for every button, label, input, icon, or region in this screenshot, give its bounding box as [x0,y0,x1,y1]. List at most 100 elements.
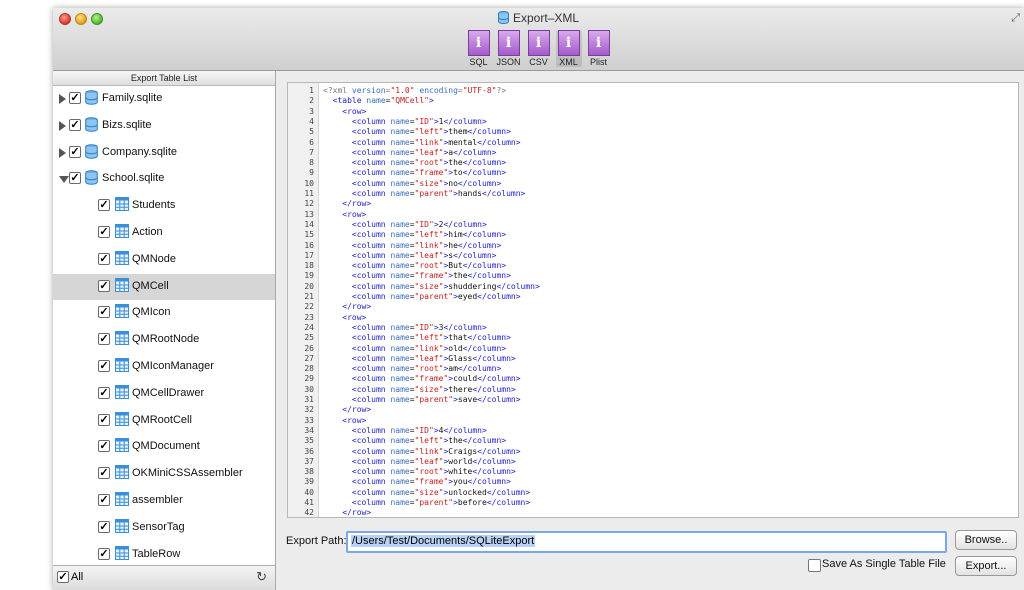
table-icon [115,357,129,375]
line-number: 42 [304,508,314,518]
table-icon [115,331,129,348]
row-label: QMRootCell [132,413,192,426]
code-line: <row> [342,209,367,219]
code-line: <column name="left">him</column> [351,230,507,240]
disclosure-right-icon[interactable] [59,120,66,131]
database-row[interactable]: ✓ Company.sqlite [53,140,275,167]
line-number: 14 [304,219,314,229]
export-path-field[interactable]: /Users/Test/Documents/SQLiteExport [346,531,947,553]
code-line: <column name="ID">1</column> [351,116,487,126]
row-label: QMRootNode [132,333,200,346]
table-row[interactable]: ✓ assembler [53,488,275,515]
code-line: <column name="size">there</column> [351,384,516,394]
single-table-file-checkbox[interactable] [808,559,821,572]
row-checkbox[interactable]: ✓ [69,145,81,158]
row-checkbox[interactable]: ✓ [98,279,110,292]
code-line: <column name="link">he</column> [351,240,502,250]
toolbar-button-sql[interactable]: i SQL [466,30,492,67]
line-number: 38 [304,467,314,477]
toolbar-button-xml[interactable]: i XML [555,30,582,67]
database-row[interactable]: ✓ Family.sqlite [53,86,275,113]
line-number: 26 [304,343,314,353]
database-row[interactable]: ✓ Bizs.sqlite [53,113,275,140]
code-line: <row> [342,415,367,425]
database-icon [85,116,98,135]
row-checkbox[interactable]: ✓ [69,92,81,104]
table-row[interactable]: ✓ TableRow [53,542,275,563]
fullscreen-icon[interactable]: ⤢ [1011,12,1020,25]
row-checkbox[interactable]: ✓ [98,440,110,453]
refresh-icon[interactable]: ↻ [256,569,267,585]
line-number: 3 [309,106,314,116]
line-number: 9 [309,168,314,178]
toolbar-button-label: JSON [496,57,521,67]
line-number: 30 [304,384,314,394]
code-line: <column name="size">no</column> [351,178,502,188]
code-line: </row> [342,199,372,209]
table-row[interactable]: ✓ QMNode [53,247,275,274]
row-checkbox[interactable]: ✓ [98,467,110,480]
toolbar-button-plist[interactable]: i Plist [586,30,612,67]
code-line: <column name="root">the</column> [351,158,507,168]
disclosure-right-icon[interactable] [59,147,66,158]
row-checkbox[interactable]: ✓ [69,118,81,131]
row-checkbox[interactable]: ✓ [98,333,110,346]
table-row[interactable]: ✓ Students [53,193,275,220]
code-line: <column name="link">mental</column> [351,137,521,147]
table-row[interactable]: ✓ SensorTag [53,515,275,542]
table-row[interactable]: ✓ QMDocument [53,434,275,461]
select-all-checkbox[interactable]: ✓ [57,571,69,583]
line-number: 40 [304,487,314,497]
export-button[interactable]: Export... [955,556,1017,576]
row-label: Action [132,225,163,238]
row-label: QMNode [132,252,177,265]
database-icon [85,170,98,188]
disclosure-right-icon[interactable] [59,94,66,104]
database-row[interactable]: ✓ School.sqlite [53,166,275,193]
row-checkbox[interactable]: ✓ [98,225,110,238]
code-line: <column name="ID">4</column> [351,425,487,435]
xml-preview[interactable]: 1 2 3 4 5 6 7 8 9 10 11 12 13 14 15 16 17 18 19 20 21 22 23 24 2… [287,82,1019,518]
row-checkbox[interactable]: ✓ [98,493,110,506]
code-line: <column name="left">that</column> [351,333,511,343]
row-checkbox[interactable]: ✓ [98,359,110,372]
table-row[interactable]: ✓ QMIcon [53,300,275,327]
table-icon [115,545,129,563]
code-line: <column name="root">white</column> [351,467,516,477]
line-number: 10 [304,178,314,188]
row-checkbox[interactable]: ✓ [98,547,110,560]
format-toolbar: i SQL i JSON i CSV i XML i Plist [53,30,1024,67]
table-row[interactable]: ✓ QMRootCell [53,408,275,435]
toolbar-button-csv[interactable]: i CSV [526,30,552,67]
row-checkbox[interactable]: ✓ [69,172,81,185]
table-tree: ✓ Family.sqlite ✓ Bizs.sqlite ✓ Company.sqlit… [53,86,275,563]
row-checkbox[interactable]: ✓ [98,306,110,319]
table-row[interactable]: ✓ QMIconManager [53,354,275,381]
toolbar-button-label: Plist [589,57,607,67]
code-line: <column name="link">Craigs</column> [351,446,521,456]
row-checkbox[interactable]: ✓ [98,520,110,533]
table-icon [115,491,129,509]
row-checkbox[interactable]: ✓ [98,252,110,265]
browse-button[interactable]: Browse.. [955,530,1017,550]
info-icon: i [497,30,520,56]
line-number: 15 [304,230,314,240]
select-all-label: All [71,571,84,583]
table-row[interactable]: ✓ OKMiniCSSAssembler [53,461,275,488]
table-row[interactable]: ✓ Action [53,220,275,247]
table-row[interactable]: ✓ QMRootNode [53,327,275,354]
table-row[interactable]: ✓ QMCell [53,273,275,301]
disclosure-down-icon[interactable] [59,176,69,184]
table-icon [115,384,129,402]
table-row[interactable]: ✓ QMCellDrawer [53,381,275,408]
line-number: 34 [304,425,314,435]
toolbar-button-json[interactable]: i JSON [496,30,522,67]
toolbar-button-label: XML [559,57,578,67]
code-line: <column name="root">am</column> [351,364,502,374]
code-line: </row> [342,508,372,518]
line-number: 5 [309,127,314,137]
line-number: 8 [309,158,314,168]
row-checkbox[interactable]: ✓ [98,386,110,399]
row-checkbox[interactable]: ✓ [98,199,110,212]
row-checkbox[interactable]: ✓ [98,413,110,426]
